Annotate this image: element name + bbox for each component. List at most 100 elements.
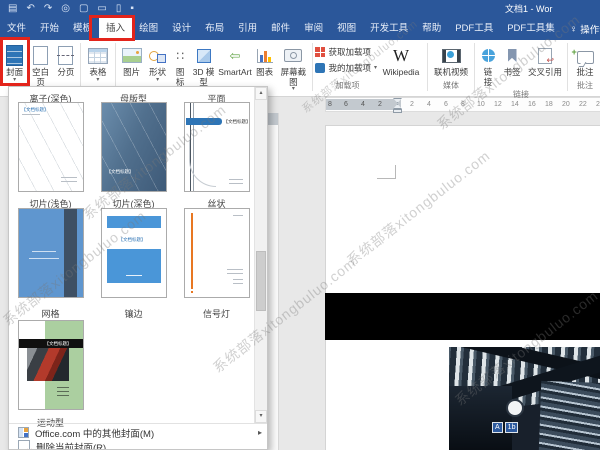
gallery-label-banded[interactable]: 镶边 xyxy=(92,304,175,322)
tell-me-search[interactable]: ♀ 操作说明搜索 xyxy=(564,18,600,40)
chevron-down-icon: ▾ xyxy=(156,78,159,83)
screenshot-icon xyxy=(284,49,302,62)
tab-draw[interactable]: 绘图 xyxy=(132,18,165,40)
cross-reference-button[interactable]: 交叉引用 xyxy=(525,42,565,79)
screenshot-button[interactable]: 屏幕截图 ▾ xyxy=(276,42,310,93)
ruler-number: 20 xyxy=(562,101,570,108)
media-group: 联机视频 媒体 xyxy=(430,42,472,91)
icons-icon: ∷ xyxy=(176,50,184,62)
gallery-item-slice-dark[interactable]: 【文档标题】 xyxy=(92,102,175,192)
gallery-item-banded[interactable]: 【文档标题】 xyxy=(92,208,175,298)
bookmark-label: 书签 xyxy=(503,68,520,78)
tab-help[interactable]: 帮助 xyxy=(415,18,448,40)
shapes-button[interactable]: 形状 ▾ xyxy=(145,42,170,84)
redo-icon[interactable]: ↷ xyxy=(44,1,52,17)
station-photo[interactable]: A 1b xyxy=(449,347,600,450)
scroll-down-icon[interactable]: ▾ xyxy=(255,410,267,423)
gallery-item-grid[interactable] xyxy=(9,208,92,298)
page-break-button[interactable]: 分页 xyxy=(54,42,77,79)
new-document-icon[interactable]: ▢ xyxy=(79,1,88,17)
cover-page-button[interactable]: 封面 ▾ xyxy=(2,42,27,84)
tab-review[interactable]: 审阅 xyxy=(297,18,330,40)
group-divider xyxy=(312,43,313,91)
scrollbar-thumb[interactable] xyxy=(256,251,266,311)
scroll-up-icon[interactable]: ▴ xyxy=(255,87,267,100)
gallery-item-semaphore[interactable] xyxy=(175,208,258,298)
left-indent-marker[interactable] xyxy=(393,109,402,113)
ruler-number: 6 xyxy=(444,101,448,108)
tab-view[interactable]: 视图 xyxy=(330,18,363,40)
platform-sign-a: A xyxy=(492,422,503,433)
ruler-number: 16 xyxy=(528,101,536,108)
chevron-down-icon: ▾ xyxy=(96,78,99,83)
customize-qat-icon[interactable]: ▪ xyxy=(130,1,134,17)
tab-insert[interactable]: 插入 xyxy=(99,18,132,40)
menu-more-covers[interactable]: Office.com 中的其他封面(M) ▸ xyxy=(9,425,267,440)
bookmark-button[interactable]: 书签 xyxy=(499,42,525,79)
title-bar: ▤ ↶ ↷ ◎ ▢ ▭ ▯ ▪ 文档1 - Wor xyxy=(0,0,600,18)
black-rectangle-shape[interactable] xyxy=(325,293,600,340)
table-button[interactable]: 表格 ▾ xyxy=(83,42,114,84)
save-icon[interactable]: ▤ xyxy=(8,1,17,17)
get-addins-button[interactable]: 获取加载项 xyxy=(315,46,377,58)
tell-me-label: 操作说明搜索 xyxy=(580,22,600,36)
tab-references[interactable]: 引用 xyxy=(231,18,264,40)
undo-icon[interactable]: ↶ xyxy=(26,1,34,17)
shapes-icon xyxy=(149,49,166,63)
icons-button[interactable]: ∷ 图 标 xyxy=(170,42,190,88)
print-preview-icon[interactable]: ◎ xyxy=(61,1,70,17)
online-video-button[interactable]: 联机视频 xyxy=(430,42,472,79)
my-addins-label: 我的加载项 xyxy=(328,62,371,74)
comment-icon xyxy=(577,51,594,64)
my-addins-icon xyxy=(315,63,325,73)
gallery-item-motion[interactable]: 【文档标题】 xyxy=(9,320,92,410)
chart-icon xyxy=(257,49,273,63)
smartart-icon: ⇦ xyxy=(230,49,241,62)
ruler-number: 24 xyxy=(596,101,600,108)
photo-shadow xyxy=(449,386,512,450)
wikipedia-label: Wikipedia xyxy=(383,68,420,78)
addins-group: 获取加载项 我的加载项 ▾ W Wikipedia 加载项 xyxy=(315,42,425,91)
photo-escalator xyxy=(538,381,600,450)
tab-pdf-toolset[interactable]: PDF工具集 xyxy=(500,18,562,40)
ruler-number: 4 xyxy=(427,101,431,108)
tab-file[interactable]: 文件 xyxy=(0,18,33,40)
touch-mode-icon[interactable]: ▯ xyxy=(116,1,122,17)
tab-layout[interactable]: 布局 xyxy=(198,18,231,40)
open-icon[interactable]: ▭ xyxy=(97,1,106,17)
tab-developer[interactable]: 开发工具 xyxy=(363,18,415,40)
tab-mailings[interactable]: 邮件 xyxy=(264,18,297,40)
comment-button[interactable]: 批注 xyxy=(570,42,600,79)
platform-sign: A 1b xyxy=(492,422,518,433)
gallery-label-semaphore[interactable]: 信号灯 xyxy=(175,304,258,322)
3d-models-label: 3D 模 型 xyxy=(193,68,215,87)
ruler-number: 2 xyxy=(378,101,382,108)
chart-button[interactable]: 图表 xyxy=(253,42,276,79)
tab-template[interactable]: 模板 xyxy=(66,18,99,40)
my-addins-button[interactable]: 我的加载项 ▾ xyxy=(315,62,377,74)
icons-label: 图 标 xyxy=(176,68,185,87)
ruler-number: 8 xyxy=(328,101,332,108)
cross-reference-icon xyxy=(538,48,552,64)
3d-models-button[interactable]: 3D 模 型 xyxy=(190,42,217,88)
page-break-label: 分页 xyxy=(57,68,74,78)
online-video-icon xyxy=(442,49,461,63)
wikipedia-button[interactable]: W Wikipedia xyxy=(377,42,425,79)
tab-home[interactable]: 开始 xyxy=(33,18,66,40)
gallery-item-slice-light[interactable]: 【文档标题】 xyxy=(9,102,92,192)
gallery-item-filament[interactable]: 【文档标题】 xyxy=(175,102,258,192)
link-button[interactable]: 链 接 xyxy=(477,42,499,88)
blank-page-button[interactable]: 空白页 xyxy=(27,42,54,88)
menu-remove-cover[interactable]: ✕ 删除当前封面(R) xyxy=(9,439,267,450)
ruler-number: 2 xyxy=(410,101,414,108)
pictures-button[interactable]: 图片 xyxy=(118,42,145,79)
vertical-ruler xyxy=(267,113,279,450)
smartart-button[interactable]: ⇦ SmartArt xyxy=(217,42,253,79)
tab-pdf-tools[interactable]: PDF工具 xyxy=(448,18,500,40)
tab-design[interactable]: 设计 xyxy=(165,18,198,40)
screenshot-label: 屏幕截图 xyxy=(277,68,309,87)
delete-cover-icon: ✕ xyxy=(18,440,30,450)
cover-thumb-slice-light: 【文档标题】 xyxy=(18,102,84,192)
gallery-scrollbar[interactable]: ▴ ▾ xyxy=(254,87,267,423)
page-break-icon xyxy=(58,46,73,65)
